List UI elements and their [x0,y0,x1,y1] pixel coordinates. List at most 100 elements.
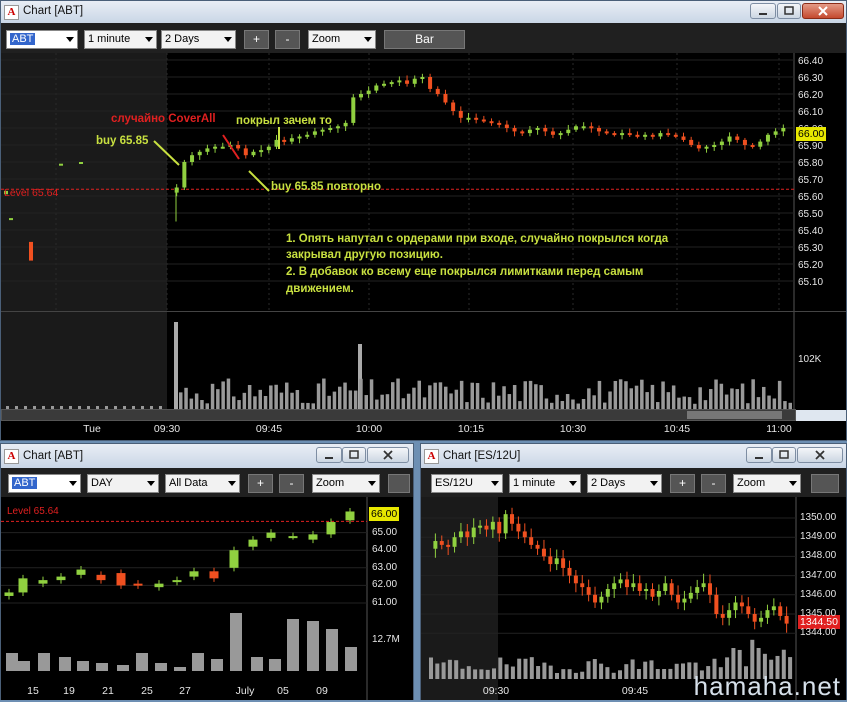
minimize-button[interactable] [750,3,776,19]
es-candle-body [529,537,534,545]
symbol-select[interactable]: ABT [8,474,81,493]
symbol-select[interactable]: ES/12U [431,474,503,493]
candle-body [458,111,463,118]
zoom-select[interactable]: Zoom [733,474,801,493]
close-button[interactable] [797,447,843,463]
candle-body [213,146,218,149]
volume-bar [491,382,496,410]
premarket-bar [29,241,33,261]
volume-bar [338,386,342,410]
candle-body [673,134,678,137]
es-x-tick: 09:30 [482,685,510,697]
daily-volume-bar [38,653,50,671]
main-scrollbar[interactable] [1,409,796,421]
es-volume-bar [561,669,566,679]
volume-bar [613,380,618,410]
candle-body [351,97,356,123]
candle-body [543,128,548,132]
es-volume-bar [605,667,610,679]
main-titlebar[interactable]: A Chart [ABT] [1,1,846,23]
zoom-out-button[interactable]: - [275,30,300,49]
range-select[interactable]: All Data [165,474,240,493]
zoom-value: Zoom [316,477,345,489]
zoom-select[interactable]: Zoom [308,30,376,49]
bar-type-button[interactable]: Bar [384,30,465,49]
x-tick-label: 10:30 [559,423,587,435]
candle-body [558,133,563,136]
daily-volume-bar [136,653,148,671]
interval-select[interactable]: 1 minute [509,474,581,493]
minimize-button[interactable] [316,447,342,463]
maximize-button[interactable] [772,447,796,463]
es-volume-bar [674,663,679,679]
interval-select[interactable]: DAY [87,474,159,493]
volume-bar [528,380,533,410]
volume-bar [406,393,411,410]
es-candle-body [535,544,540,549]
main-chart-window: A Chart [ABT] ABT 1 minute 2 Days + - Zo… [0,0,847,441]
candle-body [243,148,248,156]
scrollbar-thumb[interactable] [687,411,782,419]
interval-select[interactable]: 1 minute [84,30,157,49]
es-candle-body [452,537,457,547]
chevron-down-icon [491,481,499,486]
note-line-1: 1. Опять напутал с ордерами при входе, с… [286,233,669,245]
zoom-in-button[interactable]: + [670,474,695,493]
es-volume-bar [492,668,496,679]
zoom-out-button[interactable]: - [279,474,304,493]
candle-body [197,151,202,156]
extra-button[interactable] [811,474,839,493]
chevron-down-icon [650,481,658,486]
daily-candle-body [116,573,126,586]
symbol-select[interactable]: ABT [6,30,78,49]
candle-body [328,128,333,130]
candle-body [397,80,402,83]
daily-volume-bar [326,629,338,671]
volume-bar [661,381,665,410]
volume-bar [682,396,686,410]
close-button[interactable] [367,447,409,463]
es-volume-bar [573,672,578,679]
range-select[interactable]: 2 Days [587,474,662,493]
volume-bar [327,395,331,410]
candle-body [259,150,264,153]
chevron-down-icon [147,481,155,486]
range-select[interactable]: 2 Days [161,30,236,49]
zoom-select[interactable]: Zoom [312,474,380,493]
main-volume-pane: 102K [1,311,846,410]
extra-button[interactable] [388,474,410,493]
volume-bar [417,380,421,410]
maximize-button[interactable] [777,3,801,19]
daily-candle-body [172,580,182,583]
volume-bar [322,378,326,410]
es-y-tick: 1344.00 [800,627,837,639]
daily-y-tick: 65.00 [372,526,398,538]
daily-price-pane[interactable]: Level 65.64 66.00 12.7M 65.00 64.00 63.00 6… [1,497,413,700]
minimize-button[interactable] [746,447,772,463]
close-button[interactable] [802,3,844,19]
daily-volume-bar [117,665,129,671]
es-price-pane[interactable]: 1344.50 1350.00 1349.00 1348.00 1347.00 1346… [421,497,846,700]
es-volume-bar [548,665,553,679]
es-titlebar[interactable]: A Chart [ES/12U] [421,444,846,468]
maximize-button[interactable] [342,447,366,463]
es-volume-bar [517,658,522,679]
daily-titlebar[interactable]: A Chart [ABT] [1,444,413,468]
daily-volume-bar [251,657,263,671]
volume-bar [565,394,570,410]
es-candle-body [478,525,483,528]
candle-body [612,133,617,136]
zoom-in-button[interactable]: + [244,30,269,49]
zoom-out-button[interactable]: - [701,474,726,493]
main-toolbar: ABT 1 minute 2 Days + - Zoom Bar [1,23,846,53]
premarket-bar [9,218,13,221]
note-line-2: 2. В добавок ко всему еще покрылся лимит… [286,266,644,278]
volume-bar [555,394,559,410]
es-candle-body [465,531,470,538]
main-price-pane[interactable]: 66.40 66.30 66.20 66.10 66.0065.90 65.80 65.70… [1,53,846,311]
y-tick-label: 66.10 [798,107,823,118]
es-volume-bar [447,659,452,679]
candle-body [658,133,663,137]
zoom-in-button[interactable]: + [248,474,273,493]
candle-body [412,78,417,84]
